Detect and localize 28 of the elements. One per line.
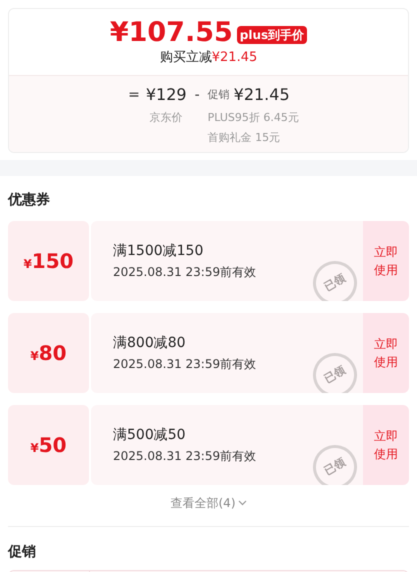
view-all-link[interactable]: 查看全部(4) <box>170 494 246 512</box>
use-now-button[interactable]: 立即使用 <box>363 405 409 485</box>
equals-sign: = <box>128 86 140 105</box>
coupon-validity: 2025.08.31 23:59前有效 <box>113 264 256 281</box>
saving-value: ¥21.45 <box>212 49 258 67</box>
promo-detail: 首购礼金 15元 <box>208 130 282 146</box>
coupon-amount: ¥50 <box>30 432 67 459</box>
coupon-condition: 满1500减150 <box>113 242 204 261</box>
coupon-validity: 2025.08.31 23:59前有效 <box>113 356 256 373</box>
price-badge: plus到手价 <box>236 26 308 44</box>
minus-sign: - <box>194 86 200 105</box>
coupon-validity: 2025.08.31 23:59前有效 <box>113 448 256 465</box>
use-now-button[interactable]: 立即使用 <box>363 313 409 393</box>
base-price-label: 京东价 <box>150 110 183 126</box>
coupon-amount: ¥150 <box>23 248 74 275</box>
chevron-down-icon <box>238 500 246 506</box>
use-now-button[interactable]: 立即使用 <box>363 221 409 301</box>
base-price: ¥129 <box>146 84 187 106</box>
coupon-condition: 满800减80 <box>113 334 186 353</box>
coupon-amount: ¥80 <box>30 340 67 367</box>
section-title: 促销 <box>8 543 37 562</box>
final-price: ¥107.55 <box>110 17 233 49</box>
section-title: 优惠券 <box>8 191 51 210</box>
promo-value: ¥21.45 <box>234 84 290 106</box>
promo-label: 促销 <box>208 87 230 103</box>
coupon-condition: 满500减50 <box>113 426 186 445</box>
saving-label: 购买立减 <box>160 49 212 67</box>
promo-detail: PLUS95折 6.45元 <box>208 110 299 126</box>
